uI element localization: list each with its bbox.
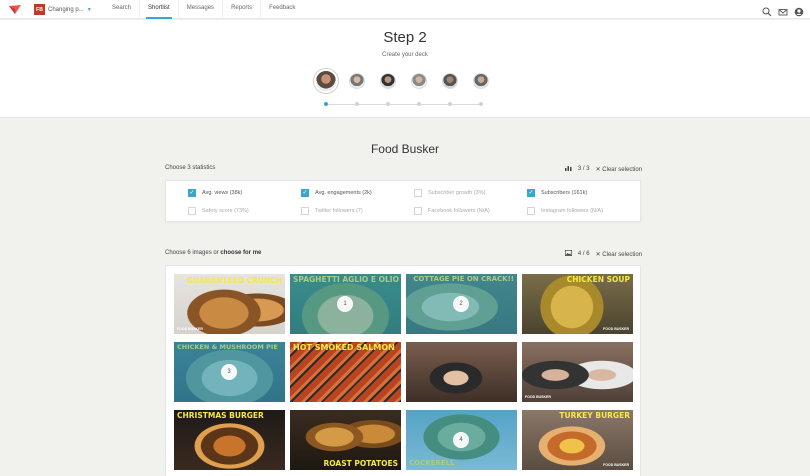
checkbox[interactable]: [414, 189, 422, 197]
main-nav: Search Shortlist Messages Reports Feedba…: [104, 0, 303, 19]
checkbox[interactable]: [527, 207, 535, 215]
chevron-down-icon: ▼: [86, 6, 92, 13]
tile-caption: GUARANTEED CRUNCH: [186, 276, 282, 285]
nav-reports[interactable]: Reports: [223, 0, 262, 19]
tile-caption: CHICKEN SOUP: [566, 275, 630, 284]
stat-facebook-followers[interactable]: Facebook followers (N/A): [414, 207, 490, 215]
image-tile-chicken-soup[interactable]: CHICKEN SOUP FOOD BUSKER: [522, 274, 633, 334]
tile-caption: CHRISTMAS BURGER: [177, 411, 264, 420]
image-tile-turkey-burger[interactable]: TURKEY BURGER FOOD BUSKER: [522, 410, 633, 470]
images-count: 4 / 6: [577, 251, 590, 257]
stat-label: Avg. views (38k): [202, 190, 243, 196]
carousel-dot-5[interactable]: [448, 102, 452, 106]
tile-brand: FOOD BUSKER: [177, 326, 203, 331]
stat-label: Avg. engagements (2k): [315, 190, 372, 196]
carousel-track: [326, 103, 482, 105]
checkbox[interactable]: [188, 189, 196, 197]
tile-brand: FOOD BUSKER: [525, 394, 551, 399]
stat-avg-views[interactable]: Avg. views (38k): [188, 189, 242, 197]
checkbox[interactable]: [301, 207, 309, 215]
checkbox[interactable]: [301, 189, 309, 197]
statistics-card: Avg. views (38k) Avg. engagements (2k) S…: [165, 180, 641, 222]
image-tile-hot-smoked-salmon[interactable]: HOT SMOKED SALMON: [290, 342, 401, 402]
stat-label: Facebook followers (N/A): [428, 208, 490, 214]
tile-caption: ROAST POTATOES: [323, 458, 398, 468]
creator-avatar-3[interactable]: [380, 73, 396, 89]
selection-number: 1: [337, 296, 353, 312]
project-name: Changing p...: [48, 6, 84, 13]
nav-messages[interactable]: Messages: [179, 0, 224, 19]
creator-avatar-4[interactable]: [411, 73, 427, 89]
stat-label: Subscriber growth (3%): [428, 190, 486, 196]
stat-twitter-followers[interactable]: Twitter followers (7): [301, 207, 363, 215]
image-tile-cockerell[interactable]: COCKERELL 4: [406, 410, 517, 470]
images-label: Choose 6 images or choose for me: [165, 250, 261, 256]
images-label-text: Choose 6 images or: [165, 250, 219, 256]
step-title: Step 2: [383, 29, 427, 46]
image-tile-guaranteed-crunch[interactable]: GUARANTEED CRUNCH FOOD BUSKER: [174, 274, 285, 334]
images-clear-selection[interactable]: ✕ Clear selection: [596, 251, 642, 258]
project-switcher[interactable]: FB Changing p... ▼: [34, 4, 92, 15]
search-icon[interactable]: [762, 4, 772, 17]
selection-number: 4: [453, 432, 469, 448]
step-header: Step 2 Create your deck: [0, 20, 810, 118]
carousel-dot-2[interactable]: [355, 102, 359, 106]
creator-avatar-5[interactable]: [442, 73, 458, 89]
nav-shortlist[interactable]: Shortlist: [140, 0, 179, 19]
tile-caption: HOT SMOKED SALMON: [293, 343, 395, 352]
checkbox[interactable]: [527, 189, 535, 197]
checkbox[interactable]: [414, 207, 422, 215]
choose-for-me-link[interactable]: choose for me: [220, 250, 261, 256]
tile-brand: FOOD BUSKER: [603, 462, 629, 467]
top-navbar: FB Changing p... ▼ Search Shortlist Mess…: [0, 0, 810, 19]
nav-feedback[interactable]: Feedback: [261, 0, 303, 19]
tile-brand: FOOD BUSKER: [603, 326, 629, 331]
stat-subscribers[interactable]: Subscribers (161k): [527, 189, 587, 197]
user-account-icon[interactable]: [794, 4, 804, 17]
stat-instagram-followers[interactable]: Instagram followers (N/A): [527, 207, 603, 215]
image-tile-spaghetti[interactable]: SPAGHETTI AGLIO E OLIO 1: [290, 274, 401, 334]
brand-logo-icon[interactable]: [8, 4, 22, 15]
checkbox[interactable]: [188, 207, 196, 215]
images-grid: GUARANTEED CRUNCH FOOD BUSKER SPAGHETTI …: [165, 265, 641, 476]
stat-label: Safety score (73%): [202, 208, 249, 214]
carousel-dot-1[interactable]: [324, 102, 328, 106]
image-tile-kitchen-chef[interactable]: [406, 342, 517, 402]
nav-search[interactable]: Search: [104, 0, 141, 19]
image-icon: [564, 249, 572, 258]
selection-number: 2: [453, 296, 469, 312]
image-tile-two-chefs[interactable]: FOOD BUSKER: [522, 342, 633, 402]
stat-avg-engagements[interactable]: Avg. engagements (2k): [301, 189, 372, 197]
project-badge: FB: [34, 4, 45, 15]
image-tile-roast-potatoes[interactable]: ROAST POTATOES: [290, 410, 401, 470]
bar-chart-icon: [564, 165, 572, 173]
stat-subscriber-growth[interactable]: Subscriber growth (3%): [414, 189, 485, 197]
image-tile-christmas-burger[interactable]: CHRISTMAS BURGER: [174, 410, 285, 470]
stat-label: Twitter followers (7): [315, 208, 363, 214]
image-tile-cottage-pie[interactable]: COTTAGE PIE ON CRACK!! 2: [406, 274, 517, 334]
step-subtitle: Create your deck: [382, 52, 428, 58]
image-tile-chicken-mushroom-pie[interactable]: CHICKEN & MUSHROOM PIE 3: [174, 342, 285, 402]
creator-avatar-1[interactable]: [314, 69, 338, 93]
statistics-clear-selection[interactable]: ✕ Clear selection: [596, 166, 642, 173]
carousel-dot-4[interactable]: [417, 102, 421, 106]
selection-number: 3: [221, 364, 237, 380]
creator-avatar-6[interactable]: [473, 73, 489, 89]
creator-carousel: [312, 69, 497, 109]
mail-icon[interactable]: [778, 4, 788, 16]
carousel-dot-6[interactable]: [479, 102, 483, 106]
carousel-dot-3[interactable]: [386, 102, 390, 106]
creator-name: Food Busker: [370, 142, 440, 156]
stat-safety-score[interactable]: Safety score (73%): [188, 207, 249, 215]
stat-label: Subscribers (161k): [541, 190, 588, 196]
creator-avatar-2[interactable]: [349, 73, 365, 89]
tile-caption: TURKEY BURGER: [559, 411, 630, 420]
statistics-count: 3 / 3: [577, 166, 590, 172]
statistics-label: Choose 3 statistics: [165, 165, 216, 171]
stat-label: Instagram followers (N/A): [541, 208, 604, 214]
